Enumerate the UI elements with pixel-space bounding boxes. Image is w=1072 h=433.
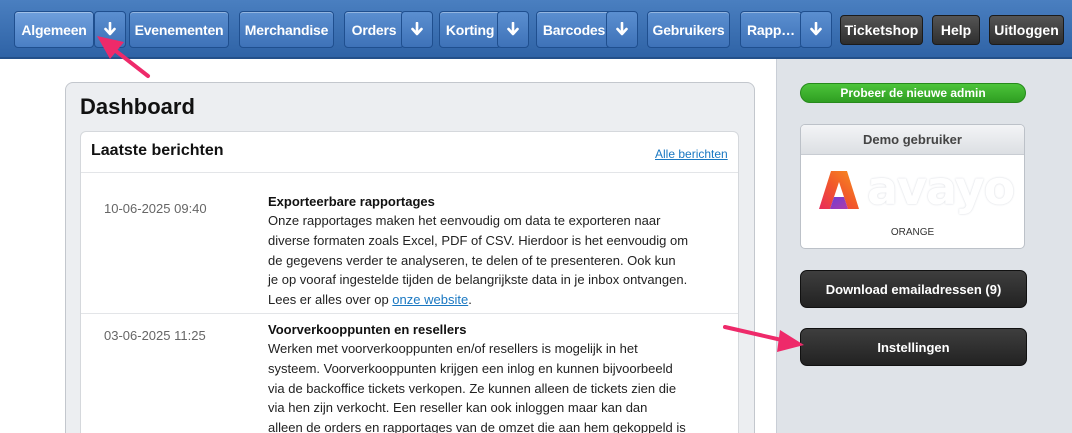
ticketshop-label: Ticketshop (844, 22, 919, 38)
nav-label: Orders (351, 21, 397, 38)
arrow-down-icon (411, 21, 423, 35)
nav-algemeen[interactable]: Algemeen (14, 11, 94, 48)
nav-merchandise[interactable]: Merchandise (239, 11, 334, 48)
messages-title: Laatste berichten (91, 142, 224, 159)
try-new-admin-button[interactable]: Probeer de nieuwe admin (800, 83, 1026, 103)
message-body: Werken met voorverkooppunten en/of resel… (268, 339, 698, 433)
nav-orders[interactable]: Orders (344, 11, 404, 48)
nav-label: Rapp… (746, 21, 795, 38)
message-line: Onze rapportages maken het eenvoudig om … (268, 213, 661, 228)
try-new-admin-label: Probeer de nieuwe admin (840, 86, 986, 100)
message-line: Lees er alles over op onze website. (268, 290, 698, 310)
message-text: Lees er alles over op (268, 292, 393, 308)
nav-evenementen[interactable]: Evenementen (129, 11, 229, 48)
settings-button[interactable]: Instellingen (800, 328, 1027, 366)
download-emails-button[interactable]: Download emailadressen (9) (800, 270, 1027, 308)
message-line: via de backoffice tickets verkopen. Ze k… (268, 380, 677, 396)
divider (81, 172, 738, 173)
message-date: 10-06-2025 09:40 (104, 201, 207, 216)
arrow-down-icon (810, 21, 822, 35)
arrow-down-icon (507, 21, 519, 35)
message-body: Onze rapportages maken het eenvoudig om … (268, 211, 698, 310)
nav-label: Merchandise (244, 21, 329, 38)
message-date: 03-06-2025 11:25 (104, 328, 206, 343)
nav-barcodes-dropdown[interactable] (606, 11, 638, 48)
website-link[interactable]: onze website (392, 292, 468, 307)
message-line: de gegevens verder te analyseren, te del… (268, 252, 676, 268)
nav-label: Gebruikers (652, 21, 725, 38)
settings-label: Instellingen (877, 339, 950, 355)
download-emails-label: Download emailadressen (9) (825, 281, 1002, 297)
nav-korting-dropdown[interactable] (497, 11, 529, 48)
message-line: diverse formaten zoals Excel, PDF of CSV… (268, 232, 689, 248)
logo-wordmark: avayo (867, 161, 1015, 215)
demo-user-box: Demo gebruiker avayo ORANGE (800, 124, 1025, 249)
demo-user-heading: Demo gebruiker (801, 125, 1024, 155)
nav-rapportages[interactable]: Rapp… (740, 11, 802, 48)
logo-caption: ORANGE (890, 227, 935, 238)
nav-barcodes[interactable]: Barcodes (536, 11, 612, 48)
message-title: Exporteerbare rapportages (268, 194, 435, 209)
arrow-down-icon (104, 21, 116, 35)
help-label: Help (940, 22, 972, 38)
message-line: alleen de orders en rapportages van de o… (268, 420, 686, 433)
logo-mark-icon (819, 171, 859, 209)
nav-label: Barcodes (542, 21, 606, 38)
nav-label: Algemeen (21, 21, 87, 38)
page-title: Dashboard (80, 94, 195, 119)
logout-button[interactable]: Uitloggen (989, 15, 1064, 45)
nav-label: Evenementen (134, 21, 224, 38)
help-button[interactable]: Help (932, 15, 980, 45)
nav-korting[interactable]: Korting (439, 11, 501, 48)
sidebar-divider (776, 59, 777, 433)
message-line: via hen zijn verkocht. Een reseller kan … (268, 400, 648, 416)
avayo-logo: avayo (817, 161, 1015, 215)
nav-algemeen-dropdown[interactable] (94, 11, 126, 48)
message-line: systeem. Voorverkooppunten krijgen een i… (268, 360, 673, 376)
ticketshop-button[interactable]: Ticketshop (840, 15, 923, 45)
message-text: . (468, 292, 472, 308)
message-title: Voorverkooppunten en resellers (268, 322, 467, 337)
all-messages-link[interactable]: Alle berichten (655, 147, 728, 161)
logout-label: Uitloggen (994, 22, 1059, 38)
row-divider (81, 313, 738, 314)
arrow-down-icon (616, 21, 628, 35)
message-line: je op vooraf ingestelde tijden de belang… (268, 272, 688, 288)
nav-rapportages-dropdown[interactable] (800, 11, 832, 48)
nav-gebruikers[interactable]: Gebruikers (647, 11, 730, 48)
nav-orders-dropdown[interactable] (401, 11, 433, 48)
message-line: Werken met voorverkooppunten en/of resel… (268, 341, 638, 356)
nav-label: Korting (445, 21, 495, 38)
